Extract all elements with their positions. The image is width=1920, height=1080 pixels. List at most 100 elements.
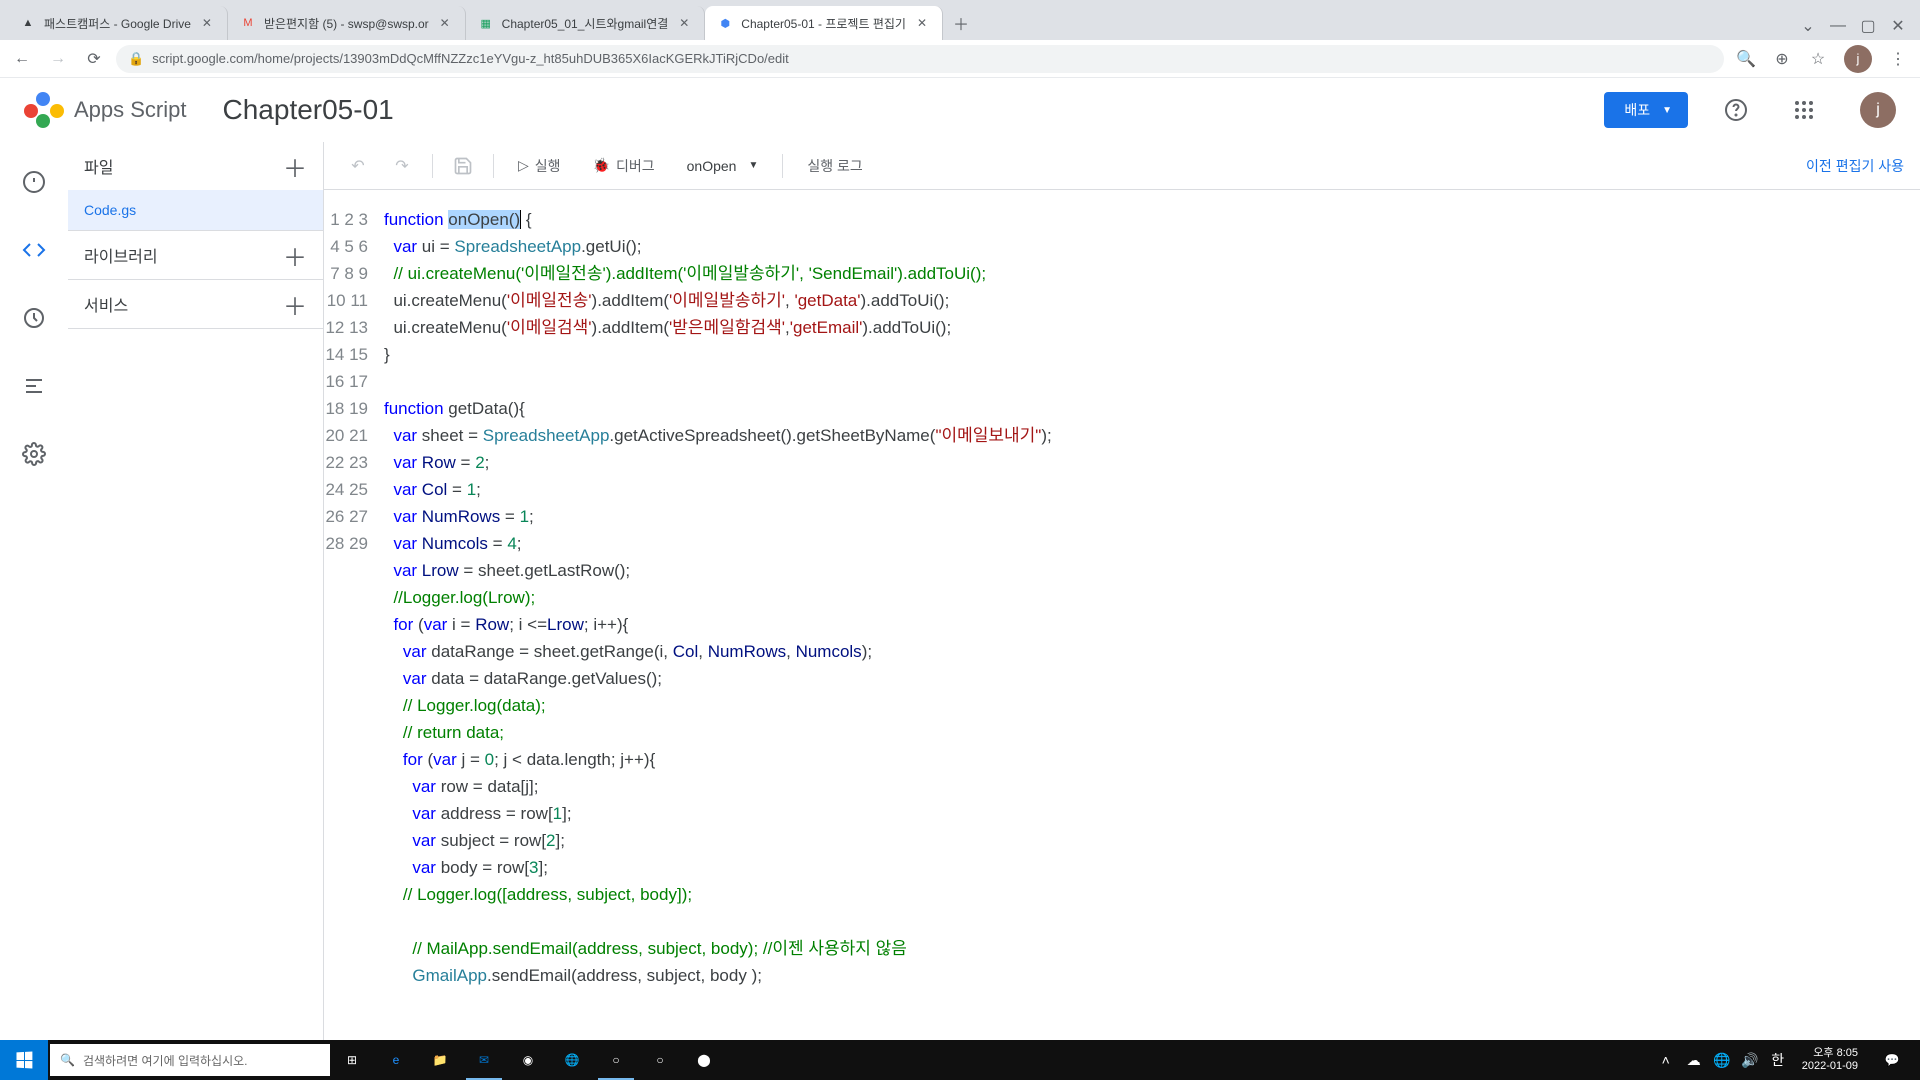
code-content[interactable]: function onOpen() { var ui = Spreadsheet… — [384, 206, 1920, 1040]
log-label: 실행 로그 — [807, 156, 862, 176]
tab-title: Chapter05-01 - 프로젝트 편집기 — [741, 15, 906, 32]
bug-icon: 🐞 — [593, 157, 610, 174]
minimize-button[interactable]: — — [1824, 12, 1852, 40]
drive-icon: ▲ — [20, 15, 36, 31]
gmail-icon: M — [240, 15, 256, 31]
tray-ime-icon[interactable]: 한 — [1768, 1050, 1788, 1070]
taskbar-ie[interactable]: e — [374, 1040, 418, 1080]
taskbar-clock[interactable]: 오후 8:05 2022-01-09 — [1796, 1047, 1864, 1073]
appsscript-icon: ⬢ — [717, 15, 733, 31]
back-button[interactable]: ← — [8, 45, 36, 73]
taskbar-mail[interactable]: ✉ — [462, 1040, 506, 1080]
install-icon[interactable]: ⊕ — [1768, 45, 1796, 73]
url-text: script.google.com/home/projects/13903mDd… — [152, 51, 1712, 66]
url-input[interactable]: 🔒 script.google.com/home/projects/13903m… — [116, 45, 1724, 73]
taskbar-explorer[interactable]: 📁 — [418, 1040, 462, 1080]
start-button[interactable] — [0, 1040, 48, 1080]
tray-onedrive-icon[interactable]: ☁ — [1684, 1050, 1704, 1070]
task-view-button[interactable]: ⊞ — [330, 1040, 374, 1080]
maximize-button[interactable]: ▢ — [1854, 12, 1882, 40]
close-icon[interactable]: ✕ — [914, 15, 930, 31]
execution-log-button[interactable]: 실행 로그 — [795, 148, 874, 184]
clock-date: 2022-01-09 — [1802, 1060, 1858, 1073]
address-bar: ← → ⟳ 🔒 script.google.com/home/projects/… — [0, 40, 1920, 78]
files-label: 파일 — [84, 154, 113, 178]
apps-script-logo[interactable]: Apps Script — [24, 90, 187, 130]
new-tab-button[interactable]: ＋ — [947, 9, 975, 37]
run-label: 실행 — [535, 156, 561, 176]
chevron-down-icon: ▼ — [1662, 105, 1672, 116]
libraries-header: 라이브러리 ＋ — [68, 231, 323, 279]
star-icon[interactable]: ☆ — [1804, 45, 1832, 73]
add-service-button[interactable]: ＋ — [283, 287, 307, 322]
search-icon: 🔍 — [60, 1053, 75, 1067]
tray-volume-icon[interactable]: 🔊 — [1740, 1050, 1760, 1070]
browser-tab-0[interactable]: ▲ 패스트캠퍼스 - Google Drive ✕ — [8, 6, 228, 40]
deploy-label: 배포 — [1624, 100, 1650, 120]
rail-settings[interactable] — [14, 434, 54, 474]
tray-expand-icon[interactable]: ˄ — [1656, 1050, 1676, 1070]
taskbar-chrome-2[interactable]: ○ — [638, 1040, 682, 1080]
browser-tab-3[interactable]: ⬢ Chapter05-01 - 프로젝트 편집기 ✕ — [705, 6, 943, 40]
rail-triggers[interactable] — [14, 298, 54, 338]
taskbar-obs[interactable]: ⬤ — [682, 1040, 726, 1080]
files-header: 파일 ＋ — [68, 142, 323, 190]
left-rail — [0, 142, 68, 1040]
rail-editor[interactable] — [14, 230, 54, 270]
chevron-down-icon: ▼ — [748, 160, 758, 171]
windows-taskbar: 🔍 검색하려면 여기에 입력하십시오. ⊞ e 📁 ✉ ◉ 🌐 ○ ○ ⬤ ˄ … — [0, 1040, 1920, 1080]
search-placeholder: 검색하려면 여기에 입력하십시오. — [83, 1052, 248, 1069]
taskbar-chrome-1[interactable]: ○ — [594, 1040, 638, 1080]
save-button[interactable] — [445, 148, 481, 184]
apps-grid-icon[interactable] — [1784, 90, 1824, 130]
sheets-icon: ▦ — [478, 15, 494, 31]
services-label: 서비스 — [84, 292, 128, 316]
profile-badge[interactable]: j — [1844, 45, 1872, 73]
product-name: Apps Script — [74, 97, 187, 123]
legacy-editor-link[interactable]: 이전 편집기 사용 — [1806, 156, 1904, 176]
file-name: Code.gs — [84, 202, 136, 218]
redo-button[interactable]: ↷ — [384, 148, 420, 184]
reload-button[interactable]: ⟳ — [80, 45, 108, 73]
menu-icon[interactable]: ⋮ — [1884, 45, 1912, 73]
browser-tab-2[interactable]: ▦ Chapter05_01_시트와gmail연결 ✕ — [466, 6, 706, 40]
run-button[interactable]: ▷ 실행 — [506, 148, 573, 184]
rail-overview[interactable] — [14, 162, 54, 202]
add-library-button[interactable]: ＋ — [283, 238, 307, 273]
browser-tab-strip: ▲ 패스트캠퍼스 - Google Drive ✕ M 받은편지함 (5) - … — [0, 0, 1920, 40]
chevron-down-icon[interactable]: ⌄ — [1794, 12, 1822, 40]
notification-center-icon[interactable]: 💬 — [1872, 1040, 1912, 1080]
file-item-code[interactable]: Code.gs — [68, 190, 323, 230]
taskbar-app1[interactable]: ◉ — [506, 1040, 550, 1080]
apps-script-body: 파일 ＋ Code.gs 라이브러리 ＋ 서비스 ＋ ↶ ↷ — [0, 142, 1920, 1040]
deploy-button[interactable]: 배포 ▼ — [1604, 92, 1688, 128]
line-gutter: 1 2 3 4 5 6 7 8 9 10 11 12 13 14 15 16 1… — [324, 206, 384, 1040]
tab-title: Chapter05_01_시트와gmail연결 — [502, 15, 669, 32]
project-title[interactable]: Chapter05-01 — [223, 94, 394, 126]
close-icon[interactable]: ✕ — [437, 15, 453, 31]
file-panel: 파일 ＋ Code.gs 라이브러리 ＋ 서비스 ＋ — [68, 142, 324, 1040]
account-avatar[interactable]: j — [1860, 92, 1896, 128]
forward-button[interactable]: → — [44, 45, 72, 73]
undo-button[interactable]: ↶ — [340, 148, 376, 184]
debug-button[interactable]: 🐞 디버그 — [581, 148, 667, 184]
function-selected: onOpen — [687, 158, 737, 174]
taskbar-edge[interactable]: 🌐 — [550, 1040, 594, 1080]
browser-tab-1[interactable]: M 받은편지함 (5) - swsp@swsp.or ✕ — [228, 6, 466, 40]
tray-network-icon[interactable]: 🌐 — [1712, 1050, 1732, 1070]
add-file-button[interactable]: ＋ — [283, 149, 307, 184]
rail-executions[interactable] — [14, 366, 54, 406]
close-icon[interactable]: ✕ — [199, 15, 215, 31]
zoom-icon[interactable]: 🔍 — [1732, 45, 1760, 73]
lock-icon: 🔒 — [128, 51, 144, 67]
close-icon[interactable]: ✕ — [676, 15, 692, 31]
editor-area: ↶ ↷ ▷ 실행 🐞 디버그 onOpen ▼ 실행 로그 — [324, 142, 1920, 1040]
clock-time: 오후 8:05 — [1802, 1047, 1858, 1060]
libraries-label: 라이브러리 — [84, 243, 158, 267]
close-window-button[interactable]: ✕ — [1884, 12, 1912, 40]
help-icon[interactable] — [1716, 90, 1756, 130]
taskbar-search[interactable]: 🔍 검색하려면 여기에 입력하십시오. — [50, 1044, 330, 1076]
logo-icon — [24, 90, 64, 130]
code-editor[interactable]: 1 2 3 4 5 6 7 8 9 10 11 12 13 14 15 16 1… — [324, 190, 1920, 1040]
function-select[interactable]: onOpen ▼ — [675, 148, 771, 184]
